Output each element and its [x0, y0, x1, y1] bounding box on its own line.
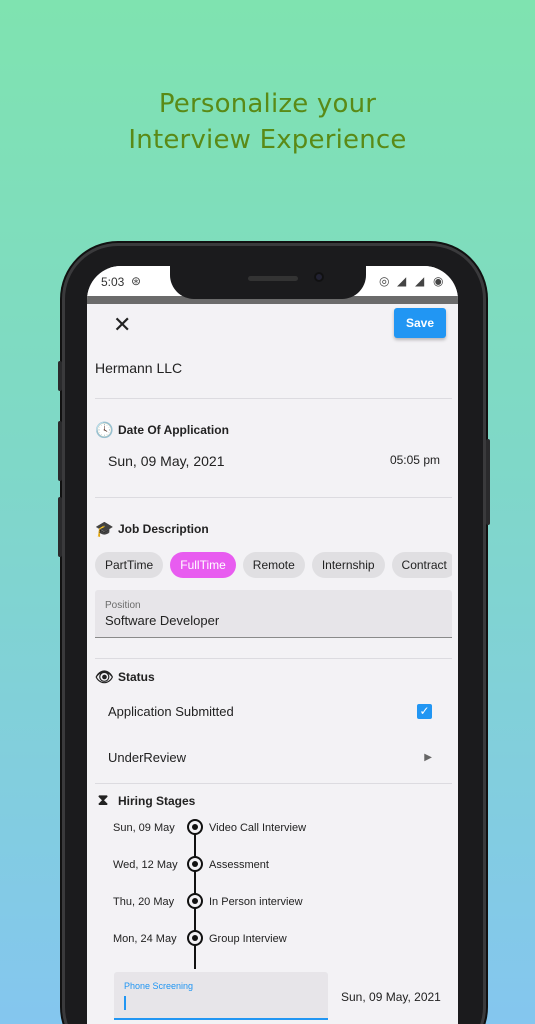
review-status-label: UnderReview: [108, 749, 187, 765]
application-submitted-checkbox[interactable]: ✓: [417, 703, 432, 719]
timeline-node-icon: [187, 893, 203, 909]
divider: [95, 497, 452, 498]
chip-fulltime[interactable]: FullTime: [170, 552, 236, 578]
hiring-timeline: Sun, 09 May Video Call Interview Wed, 12…: [95, 819, 452, 970]
new-stage-date[interactable]: Sun, 09 May, 2021: [341, 990, 441, 1004]
divider: [95, 658, 452, 659]
eye-icon: 👁: [95, 669, 115, 686]
toolbar: ✕ Save: [95, 304, 452, 350]
application-submitted-label: Application Submitted: [108, 703, 234, 719]
date-section-title: 🕓 Date Of Application: [95, 422, 229, 439]
save-button[interactable]: Save: [394, 308, 446, 338]
hourglass-icon: ⧗: [97, 792, 109, 809]
application-date[interactable]: Sun, 09 May, 2021: [108, 453, 224, 485]
application-time[interactable]: 05:05 pm: [390, 453, 440, 485]
chip-contract[interactable]: Contract: [391, 552, 452, 578]
timeline-stage[interactable]: Wed, 12 May Assessment: [95, 856, 452, 896]
position-label: Position: [105, 600, 141, 611]
divider: [95, 398, 452, 399]
app-screen: 5:03 ⊛ ◎ ◢ ◢ ◉ ✕ Save Hermann LLC 🕓 Date…: [87, 266, 458, 1024]
front-camera: [314, 272, 324, 282]
timeline-node-icon: [187, 930, 203, 946]
sync-icon: ⊛: [131, 274, 142, 288]
text-cursor: [124, 996, 126, 1010]
hotspot-icon: ◎: [379, 274, 390, 288]
hiring-section-title: ⧗ Hiring Stages: [95, 792, 452, 809]
timeline-node-icon: [187, 856, 203, 872]
speaker-grille: [248, 276, 298, 281]
network-icon: ◢: [397, 274, 407, 288]
edit-application-form: ✕ Save Hermann LLC 🕓 Date Of Application…: [87, 304, 458, 1024]
job-section-title: 🎓 Job Description: [95, 521, 209, 538]
chip-internship[interactable]: Internship: [311, 552, 385, 578]
close-icon[interactable]: ✕: [113, 312, 131, 338]
status-time: 5:03: [101, 275, 125, 289]
chip-parttime[interactable]: PartTime: [95, 552, 164, 578]
review-status-row[interactable]: UnderReview ▶: [95, 731, 452, 783]
position-value[interactable]: Software Developer: [105, 613, 442, 628]
divider: [95, 783, 452, 784]
job-type-chips: PartTime FullTime Remote Internship Cont…: [95, 552, 452, 578]
date-row[interactable]: Sun, 09 May, 2021 05:05 pm: [95, 453, 452, 485]
timeline-stage[interactable]: Mon, 24 May Group Interview: [95, 930, 452, 970]
chip-remote[interactable]: Remote: [242, 552, 305, 578]
company-name[interactable]: Hermann LLC: [95, 350, 452, 398]
headline-line-1: Personalize your: [158, 89, 377, 119]
application-submitted-row[interactable]: Application Submitted ✓: [95, 691, 452, 731]
clock-icon: 🕓: [95, 422, 114, 439]
position-field[interactable]: Position Software Developer: [95, 590, 452, 638]
new-stage-row: Phone Screening Sun, 09 May, 2021: [95, 972, 452, 1022]
headline: Personalize your Interview Experience: [0, 86, 535, 158]
timeline-node-icon: [187, 819, 203, 835]
timeline-stage[interactable]: Sun, 09 May Video Call Interview: [95, 819, 452, 859]
phone-notch: [170, 266, 366, 299]
new-stage-label: Phone Screening: [124, 981, 194, 991]
battery-icon: ◉: [433, 274, 444, 288]
new-stage-input[interactable]: Phone Screening: [114, 972, 328, 1020]
status-section-title: 👁 Status: [95, 669, 155, 686]
signal-icon: ◢: [415, 274, 425, 288]
headline-line-2: Interview Experience: [128, 125, 407, 155]
chevron-right-icon[interactable]: ▶: [424, 752, 432, 763]
timeline-stage[interactable]: Thu, 20 May In Person interview: [95, 893, 452, 933]
graduation-cap-icon: 🎓: [95, 521, 114, 538]
